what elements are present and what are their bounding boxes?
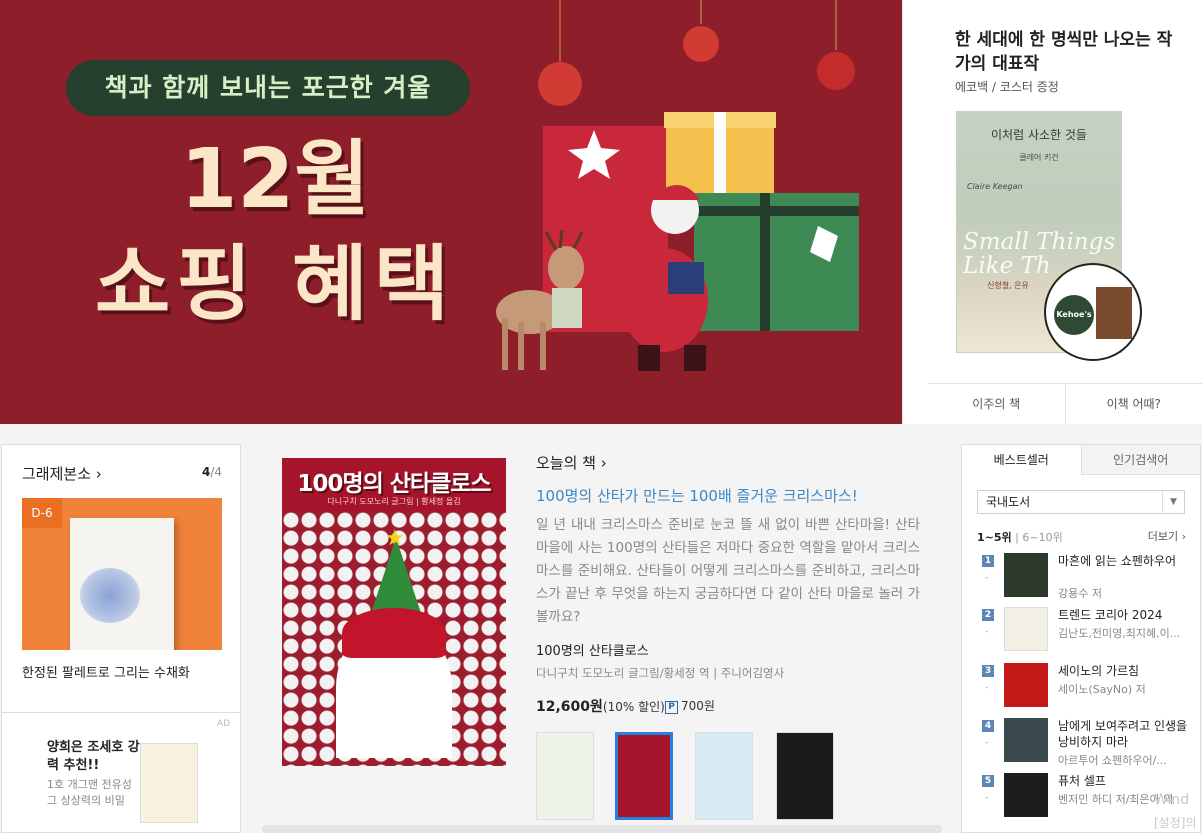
hero-banner[interactable]: 책과 함께 보내는 포근한 겨울 12월 쇼핑 혜택 [0,0,902,424]
chevron-right-icon: › [1181,530,1186,543]
ad-book-image [140,743,198,823]
cover-title: 100명의 산타클로스 [297,471,491,497]
todays-book-title[interactable]: 100명의 산타클로스 [536,640,649,659]
ecobag-icon [1096,287,1132,339]
hero-title-benefit: 쇼핑 혜택 [94,237,456,332]
book-author: 세이노(SayNo) 저 [1058,683,1146,696]
related-book-thumb[interactable] [776,732,834,820]
tab-bestseller[interactable]: 베스트셀러 [962,445,1082,475]
hero-title-month: 12월 [180,132,370,227]
related-book-thumb[interactable] [695,732,753,820]
point-icon: P [665,701,678,714]
star-icon: ★ [385,526,405,551]
cover-title: 이처럼 사소한 것들 [991,128,1087,142]
bestseller-item[interactable]: 3 - 세이노의 가르침 세이노(SayNo) 저 [977,663,1197,711]
rank-badge: 4 [982,720,994,732]
bestseller-item[interactable]: 4 - 남에게 보여주려고 인생을 낭비하지 마라 아르투어 쇼펜하우어/... [977,718,1197,767]
chevron-down-icon: ▼ [1162,491,1184,513]
book-author: 김난도,전미영,최지혜,이... [1058,627,1181,640]
tab-book-of-week[interactable]: 이주의 책 [928,384,1065,424]
rank-badge: 2 [982,609,994,621]
book-cover [1004,663,1048,707]
santa-hat [342,608,446,658]
cover-recommenders: 신형철, 은유 [987,281,1029,290]
bestseller-item[interactable]: 1 - 마흔에 읽는 쇼펜하우어 강용수 저 [977,553,1197,601]
book-title: 남에게 보여주려고 인생을 낭비하지 마라 [1058,719,1188,749]
rank-badge: 1 [982,555,994,567]
category-select[interactable]: 국내도서 ▼ [977,490,1185,514]
tab-how-about-book[interactable]: 이책 어때? [1064,384,1202,424]
ad-title: 양희은 조세호 강력 추천!! [47,740,140,773]
gift-edition-image[interactable]: D-6 [22,498,222,650]
gift-edition-card: 그래제본소 › 4/4 D-6 한정된 팔레트로 그리는 수채화 [1,444,241,713]
range-1-5[interactable]: 1~5위 [977,531,1012,544]
range-6-10[interactable]: 6~10위 [1022,531,1062,544]
book-cover [1004,553,1048,597]
recommend-title[interactable]: 한 세대에 한 명씩만 나오는 작가의 대표작 [955,28,1185,76]
bestseller-item[interactable]: 2 - 트렌드 코리아 2024 김난도,전미영,최지혜,이... [977,607,1197,655]
book-title: 트렌드 코리아 2024 [1058,608,1163,622]
book-author: 강용수 저 [1058,587,1102,600]
todays-book-heading[interactable]: 오늘의 책 › [536,452,607,473]
todays-book-cover[interactable]: ★ 100명의 산타클로스 다니구치 도모노리 글그림 | 황세정 옮김 [282,458,506,766]
rank-range: 1~5위 | 6~10위 [977,531,1063,544]
ad-subtitle: 1호 개그맨 전유성 그 상상력의 비밀 [47,778,132,807]
cover-author: 클레어 키건 [1019,153,1059,162]
ad-card[interactable]: AD 양희은 조세호 강력 추천!! 1호 개그맨 전유성 그 상상력의 비밀 [1,713,241,833]
todays-book-author: 다니구치 도모노리 글그림/황세정 역 | 주니어김영사 [536,666,785,680]
chevron-right-icon: › [600,454,607,472]
book-title: 세이노의 가르침 [1058,664,1140,678]
card-pager: 4/4 [201,465,222,479]
recommend-subtitle: 에코백 / 코스터 증정 [955,80,1059,94]
book-title: 마흔에 읽는 쇼펜하우어 [1058,554,1177,568]
gift-edition-caption[interactable]: 한정된 팔레트로 그리는 수채화 [22,662,190,681]
cover-english-author: Claire Keegan [967,182,1023,191]
recommend-tabs: 이주의 책 이책 어때? [928,383,1202,424]
book-cover [1004,773,1048,817]
tab-popular-search[interactable]: 인기검색어 [1081,445,1200,475]
todays-book-section: ★ 100명의 산타클로스 다니구치 도모노리 글그림 | 황세정 옮김 오늘의… [262,444,942,833]
coaster-icon: Kehoe's [1054,295,1094,335]
bestseller-panel: 베스트셀러 인기검색어 국내도서 ▼ 1~5위 | 6~10위 더보기 › 1 -… [961,444,1201,833]
more-link[interactable]: 더보기 › [1148,528,1186,544]
recommend-panel: 한 세대에 한 명씩만 나오는 작가의 대표작 에코백 / 코스터 증정 이처럼… [902,0,1202,424]
related-book-thumb-selected[interactable] [615,732,673,820]
windows-activation-watermark: Wind [1154,792,1190,808]
bestseller-tabs: 베스트셀러 인기검색어 [962,445,1200,475]
horizontal-scrollbar[interactable] [262,825,942,833]
book-author: 아르투어 쇼펜하우어/... [1058,754,1167,767]
watercolor-illustration [80,568,140,623]
gift-badge: Kehoe's [1044,263,1142,361]
dday-badge: D-6 [22,498,62,528]
todays-book-price: 12,600원(10% 할인) [536,699,665,715]
todays-book-description: 일 년 내내 크리스마스 준비로 눈코 뜰 새 없이 바쁜 산타마을! 산타 마… [536,517,920,625]
cover-author: 다니구치 도모노리 글그림 | 황세정 옮김 [327,497,461,506]
ad-label: AD [216,719,230,729]
book-cover [1004,718,1048,762]
rank-badge: 3 [982,665,994,677]
book-cover [1004,607,1048,651]
hero-tagline: 책과 함께 보내는 포근한 겨울 [66,60,470,116]
card-heading[interactable]: 그래제본소 › [22,463,102,484]
related-book-thumb[interactable] [536,732,594,820]
windows-activation-watermark-sub: [설정]의 [1154,816,1197,830]
todays-book-point: P 700원 [665,697,715,714]
todays-book-headline[interactable]: 100명의 산타가 만드는 100배 즐거운 크리스마스! [536,485,858,506]
chevron-right-icon: › [95,465,102,483]
rank-badge: 5 [982,775,994,787]
book-title: 퓨처 셀프 [1058,774,1106,788]
